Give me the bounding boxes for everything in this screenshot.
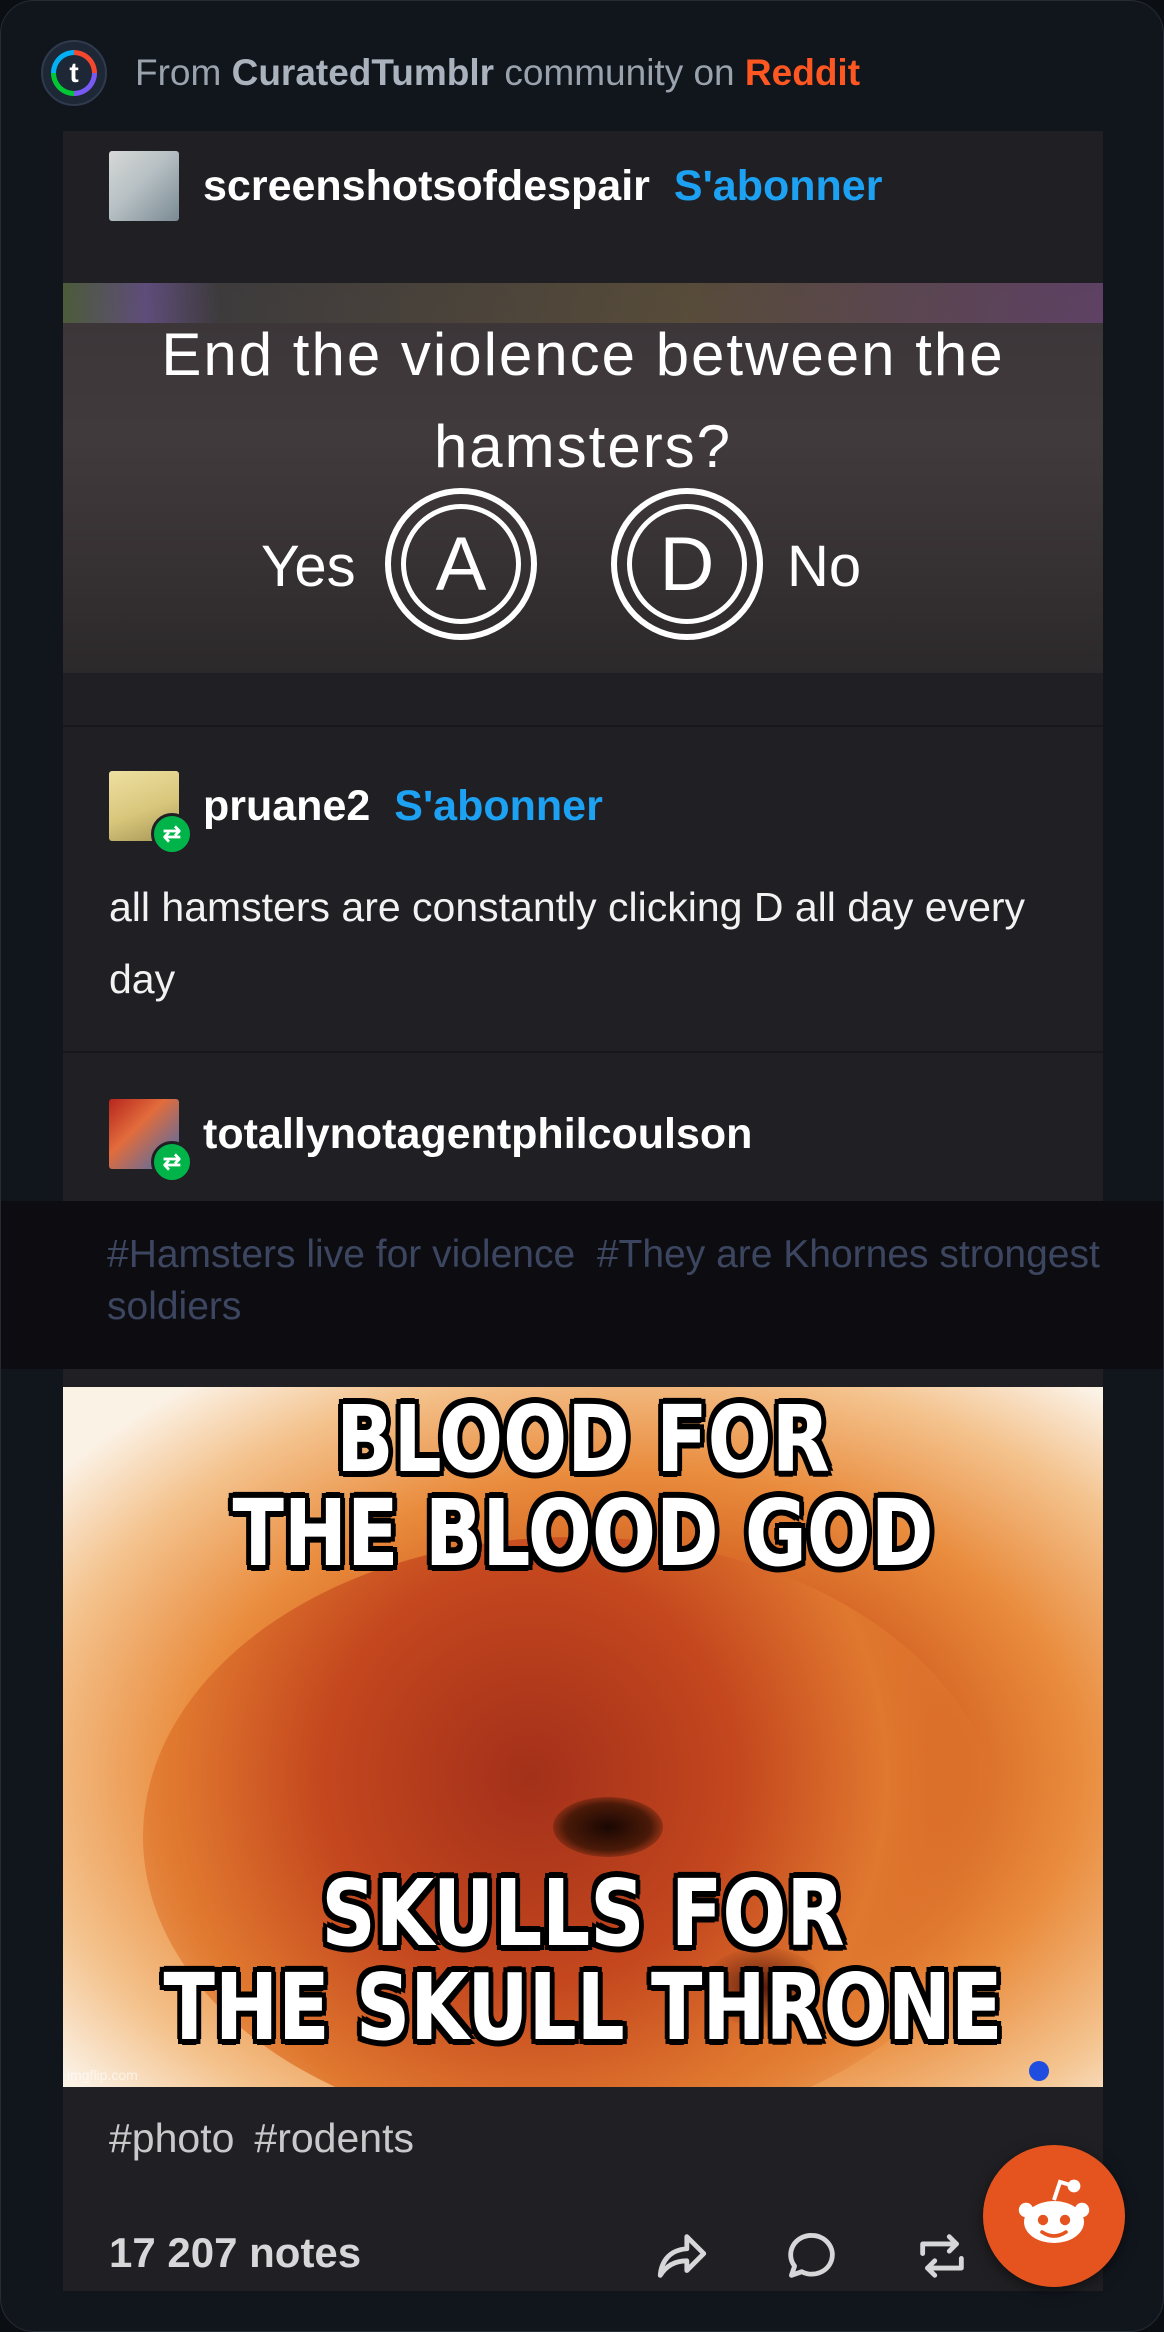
quiz-question: End the violence between the hamsters? [161,321,1005,480]
divider [63,1051,1103,1053]
share-icon[interactable] [647,2221,717,2291]
notes-count[interactable]: 17 207 notes [109,2229,361,2277]
username[interactable]: totallynotagentphilcoulson [203,1110,752,1159]
reblog-icon[interactable] [907,2221,977,2291]
meme-bottom-line-2: THE SKULL THRONE [163,1954,1003,2061]
reddit-link[interactable]: Reddit [745,52,860,93]
meme-bottom-text: SKULLS FOR THE SKULL THRONE [157,1867,1010,2055]
avatar[interactable] [109,151,179,221]
option-d-button-icon: D [611,488,763,640]
community-link[interactable]: CuratedTumblr [232,52,494,93]
tumblr-logo-icon[interactable]: t [41,40,107,106]
imgflip-watermark: imgflip.com [67,2067,138,2083]
reblog-badge-icon: ⇄ [151,1141,193,1183]
reblog-comment: all hamsters are constantly clicking D a… [109,884,1026,1002]
hamster-eye [553,1797,663,1857]
option-a-key: A [401,504,521,624]
post-tags: #photo #rodents [109,2115,434,2162]
reply-icon[interactable] [777,2221,847,2291]
reblog-tags-bar: #Hamsters live for violence #They are Kh… [1,1201,1163,1369]
meme-top-line-2: THE BLOOD GOD [232,1480,934,1587]
reblog-badge-icon: ⇄ [151,813,193,855]
avatar[interactable]: ⇄ [109,1099,193,1183]
source-prefix: From [135,52,232,93]
username[interactable]: pruane2 [203,782,370,831]
divider [63,725,1103,727]
follow-button[interactable]: S'abonner [674,162,883,211]
tumblr-post: screenshotsofdespair S'abonner End the v… [1,131,1163,2291]
source-line: From CuratedTumblr community on Reddit [135,52,860,94]
reblog-userbar: ⇄ totallynotagentphilcoulson [63,1079,1103,1189]
quiz-image: End the violence between the hamsters? Y… [63,283,1103,673]
source-middle: community on [494,52,745,93]
meme-top-line-1: BLOOD FOR [336,1387,830,1493]
post-userbar: screenshotsofdespair S'abonner [63,131,1103,241]
quiz-options: Yes A D No [63,488,1103,658]
meme-bottom-line-1: SKULLS FOR [321,1860,845,1967]
snoo-icon [1018,2179,1090,2243]
tag-link[interactable]: #photo [109,2115,234,2161]
option-no-label: No [787,534,862,599]
tag-link[interactable]: #rodents [254,2115,414,2161]
embed-header: t From CuratedTumblr community on Reddit [41,40,860,106]
indicator-dot [1029,2061,1049,2081]
option-yes-label: Yes [261,534,356,599]
username[interactable]: screenshotsofdespair [203,162,650,211]
meme-image: BLOOD FOR THE BLOOD GOD SKULLS FOR THE S… [63,1387,1103,2087]
post-footer: 17 207 notes [63,2221,1103,2291]
reddit-snoo-icon[interactable] [983,2145,1125,2287]
reblog-userbar: ⇄ pruane2 S'abonner [63,751,1103,861]
tag-link[interactable]: #Hamsters live for violence [107,1233,575,1276]
meme-top-text: BLOOD FOR THE BLOOD GOD [157,1393,1010,1581]
option-d-key: D [627,504,747,624]
reddit-embed-card: t From CuratedTumblr community on Reddit… [0,0,1164,2332]
tumblr-logo-letter: t [56,55,92,91]
option-a-button-icon: A [385,488,537,640]
avatar[interactable]: ⇄ [109,771,193,855]
follow-button[interactable]: S'abonner [394,782,603,831]
